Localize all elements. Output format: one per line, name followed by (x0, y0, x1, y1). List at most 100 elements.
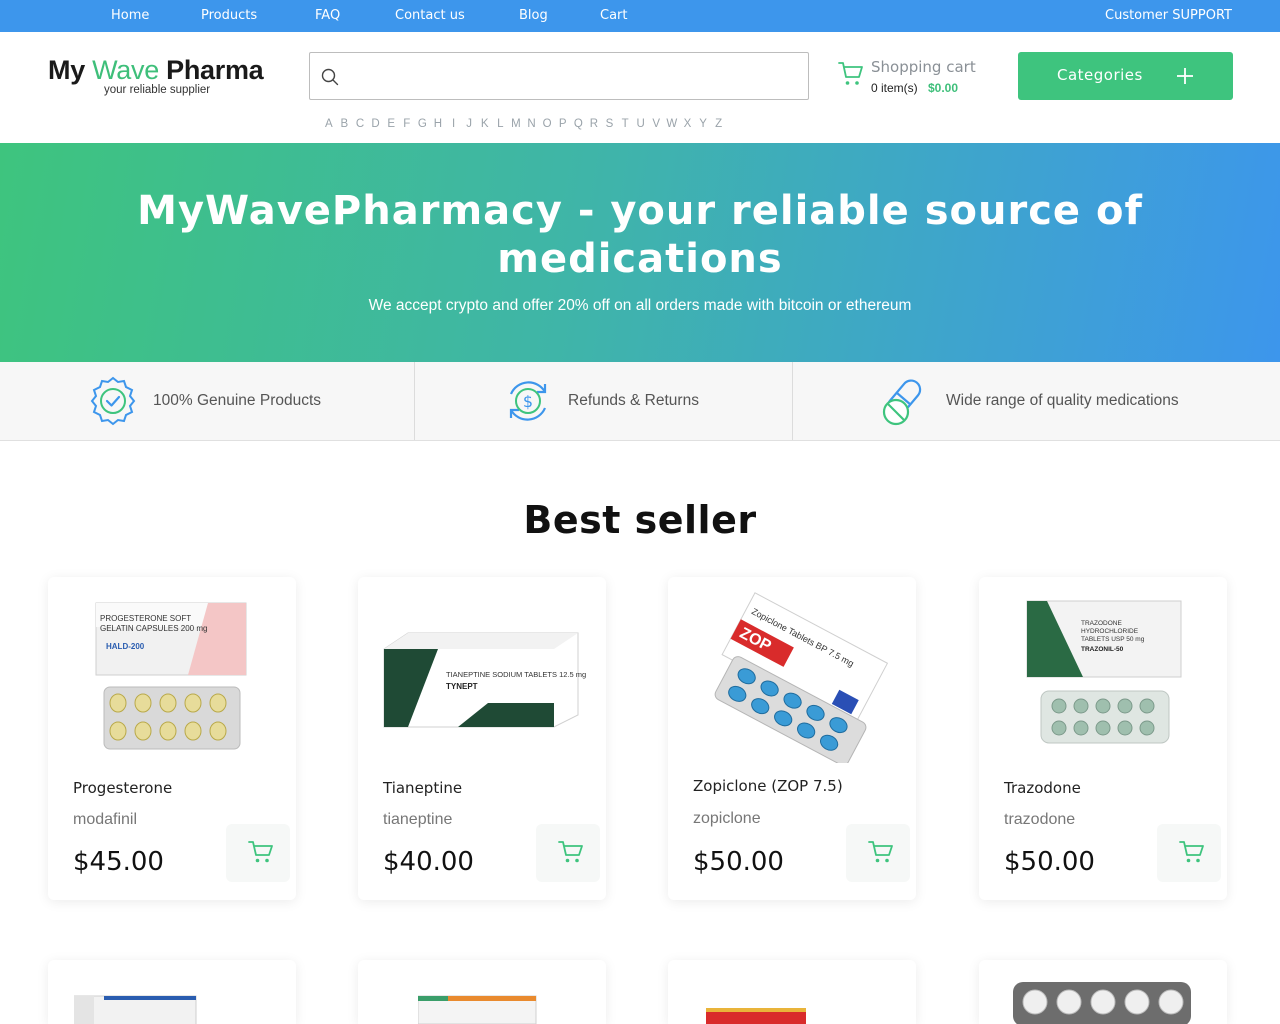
svg-text:PROGESTERONE SOFT: PROGESTERONE SOFT (100, 614, 191, 623)
nav-link-blog[interactable]: Blog (519, 0, 548, 32)
product-card[interactable] (358, 960, 606, 1024)
product-generic: trazodone (1004, 811, 1076, 828)
product-image[interactable] (706, 1006, 808, 1024)
add-to-cart-button[interactable] (536, 824, 600, 882)
categories-label: Categories (1057, 66, 1143, 84)
alphabet-letter-l[interactable]: L (493, 118, 509, 134)
logo-word-wave: Wave (92, 55, 159, 85)
nav-link-faq[interactable]: FAQ (315, 0, 340, 32)
svg-text:TYNEPT: TYNEPT (446, 682, 478, 691)
alphabet-letter-r[interactable]: R (586, 118, 602, 134)
alphabet-letter-c[interactable]: C (352, 118, 368, 134)
alphabet-letter-s[interactable]: S (602, 118, 618, 134)
alphabet-letter-w[interactable]: W (664, 118, 680, 134)
product-card[interactable] (48, 960, 296, 1024)
feature-genuine: 100% Genuine Products (0, 362, 414, 440)
pill-capsule-icon (882, 379, 922, 426)
alphabet-letter-f[interactable]: F (399, 118, 415, 134)
product-card-progesterone[interactable]: PROGESTERONE SOFT GELATIN CAPSULES 200 m… (48, 577, 296, 900)
product-image[interactable] (74, 990, 198, 1024)
cart-item-count: 0 item(s) (871, 81, 918, 95)
alphabet-letter-h[interactable]: H (430, 118, 446, 134)
logo-wordmark: My Wave Pharma (48, 55, 288, 86)
product-image[interactable]: TIANEPTINE SODIUM TABLETS 12.5 mg TYNEPT (378, 591, 586, 763)
alphabet-letter-z[interactable]: Z (711, 118, 727, 134)
site-logo[interactable]: My Wave Pharma your reliable supplier (48, 55, 288, 96)
nav-link-cart[interactable]: Cart (600, 0, 628, 32)
product-image[interactable] (418, 994, 538, 1024)
alphabet-letter-a[interactable]: A (321, 118, 337, 134)
alphabet-letter-q[interactable]: Q (571, 118, 587, 134)
shopping-cart-icon[interactable] (838, 60, 864, 88)
product-name[interactable]: Trazodone (1004, 779, 1081, 797)
product-card[interactable] (979, 960, 1227, 1024)
logo-word-my: My (48, 55, 93, 85)
alphabet-letter-n[interactable]: N (524, 118, 540, 134)
nav-link-products[interactable]: Products (201, 0, 257, 32)
alphabet-letter-t[interactable]: T (617, 118, 633, 134)
product-image[interactable]: TRAZODONE HYDROCHLORIDE TABLETS USP 50 m… (999, 591, 1207, 763)
product-generic: zopiclone (693, 810, 761, 827)
alphabet-letter-y[interactable]: Y (695, 118, 711, 134)
feature-refunds-label: Refunds & Returns (568, 392, 699, 409)
feature-range: Wide range of quality medications (793, 362, 1280, 440)
add-to-cart-button[interactable] (846, 824, 910, 882)
alphabet-letter-g[interactable]: G (415, 118, 431, 134)
customer-support-link[interactable]: Customer SUPPORT (1105, 0, 1232, 32)
product-card[interactable] (668, 960, 916, 1024)
alphabet-letter-d[interactable]: D (368, 118, 384, 134)
product-image[interactable] (1013, 982, 1193, 1024)
hero-title: MyWavePharmacy - your reliable source of… (137, 188, 1143, 282)
plus-icon (1177, 68, 1193, 84)
alphabet-letter-e[interactable]: E (383, 118, 399, 134)
product-name[interactable]: Tianeptine (383, 779, 462, 797)
product-card-tianeptine[interactable]: TIANEPTINE SODIUM TABLETS 12.5 mg TYNEPT… (358, 577, 606, 900)
svg-text:TRAZONIL-50: TRAZONIL-50 (1081, 646, 1124, 653)
product-price: $50.00 (1004, 847, 1095, 877)
logo-tagline: your reliable supplier (104, 84, 211, 96)
svg-text:TIANEPTINE SODIUM TABLETS 12.5: TIANEPTINE SODIUM TABLETS 12.5 mg (446, 670, 586, 679)
refund-dollar-icon: $ (509, 381, 547, 421)
alphabet-letter-u[interactable]: U (633, 118, 649, 134)
badge-check-icon (90, 376, 136, 426)
alphabet-filter: ABCDEFGHIJKLMNOPQRSTUVWXYZ (321, 118, 726, 134)
nav-link-contact[interactable]: Contact us (395, 0, 465, 32)
product-image[interactable]: ZOP Zopiclone Tablets BP 7.5 mg (688, 591, 896, 763)
product-generic: tianeptine (383, 811, 453, 828)
alphabet-letter-v[interactable]: V (648, 118, 664, 134)
alphabet-letter-j[interactable]: J (461, 118, 477, 134)
product-name[interactable]: Progesterone (73, 779, 172, 797)
add-to-cart-icon (248, 841, 273, 863)
nav-link-home[interactable]: Home (111, 0, 149, 32)
add-to-cart-button[interactable] (226, 824, 290, 882)
add-to-cart-icon (1179, 841, 1204, 863)
product-price: $50.00 (693, 847, 784, 877)
product-name[interactable]: Zopiclone (ZOP 7.5) (693, 777, 843, 795)
svg-text:TRAZODONE: TRAZODONE (1081, 620, 1122, 627)
hero-banner: MyWavePharmacy - your reliable source of… (0, 143, 1280, 362)
alphabet-letter-m[interactable]: M (508, 118, 524, 134)
svg-text:TABLETS USP 50 mg: TABLETS USP 50 mg (1081, 636, 1145, 643)
add-to-cart-button[interactable] (1157, 824, 1221, 882)
shopping-cart-title[interactable]: Shopping cart (871, 58, 976, 76)
svg-text:HALD-200: HALD-200 (106, 642, 145, 651)
alphabet-letter-o[interactable]: O (539, 118, 555, 134)
search-input[interactable] (348, 61, 798, 91)
alphabet-letter-p[interactable]: P (555, 118, 571, 134)
feature-genuine-label: 100% Genuine Products (153, 392, 322, 409)
hero-subtitle: We accept crypto and offer 20% off on al… (368, 297, 912, 314)
product-generic: modafinil (73, 811, 138, 828)
categories-button[interactable]: Categories (1018, 52, 1233, 100)
alphabet-letter-b[interactable]: B (337, 118, 353, 134)
cart-total: $0.00 (928, 81, 959, 95)
feature-refunds: $ Refunds & Returns (415, 362, 792, 440)
logo-word-pharma: Pharma (158, 55, 264, 85)
alphabet-letter-k[interactable]: K (477, 118, 493, 134)
search-box (309, 52, 809, 100)
alphabet-letter-i[interactable]: I (446, 118, 462, 134)
search-icon[interactable] (321, 68, 339, 86)
product-image[interactable]: PROGESTERONE SOFT GELATIN CAPSULES 200 m… (68, 591, 276, 763)
alphabet-letter-x[interactable]: X (680, 118, 696, 134)
product-card-trazodone[interactable]: TRAZODONE HYDROCHLORIDE TABLETS USP 50 m… (979, 577, 1227, 900)
product-card-zopiclone[interactable]: ZOP Zopiclone Tablets BP 7.5 mg Zopiclon… (668, 577, 916, 900)
